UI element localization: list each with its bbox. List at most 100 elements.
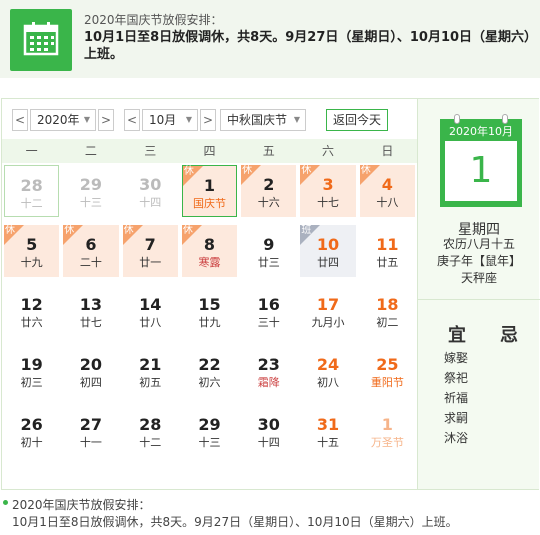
lunar-date: 初四 [79, 376, 102, 389]
next-year-button[interactable]: > [98, 109, 114, 131]
next-month-button[interactable]: > [200, 109, 216, 131]
lunar-date: 十二 [20, 197, 43, 210]
yi-item: 沐浴 [444, 431, 469, 445]
day-cell[interactable]: 休 6 二十 [61, 223, 120, 283]
lunar-date: 十五 [317, 436, 340, 449]
day-detail-panel: 2020年10月 1 星期四 农历八月十五 庚子年【鼠年】 天秤座 宜 忌 嫁娶… [417, 99, 540, 489]
day-number: 25 [376, 355, 399, 374]
day-cell[interactable]: 29 十三 [61, 163, 120, 223]
day-cell[interactable]: 17 九月小 [298, 283, 357, 343]
day-cell-body: 30 十四 [123, 165, 178, 217]
day-cell-body: 休 8 寒露 [181, 225, 238, 277]
divider [418, 299, 540, 300]
day-cell[interactable]: 18 初二 [358, 283, 417, 343]
day-cell-body: 29 十三 [63, 165, 118, 217]
day-cell[interactable]: 15 廿九 [180, 283, 239, 343]
day-number: 12 [20, 295, 43, 314]
day-cell-body: 22 初六 [182, 345, 237, 397]
day-cell[interactable]: 29 十三 [180, 403, 239, 463]
lunar-date: 三十 [257, 316, 280, 329]
day-cell[interactable]: 14 廿八 [121, 283, 180, 343]
day-cell[interactable]: 22 初六 [180, 343, 239, 403]
day-cell[interactable]: 24 初八 [298, 343, 357, 403]
day-number: 17 [316, 295, 340, 314]
day-cell[interactable]: 16 三十 [239, 283, 298, 343]
lunar-date: 初六 [198, 376, 221, 389]
day-number: 21 [139, 355, 162, 374]
day-cell-body: 20 初四 [63, 345, 118, 397]
day-cell-body: 休 5 十九 [4, 225, 60, 277]
day-cell-body: 26 初十 [4, 405, 59, 457]
day-cell[interactable]: 19 初三 [2, 343, 61, 403]
prev-year-button[interactable]: < [12, 109, 28, 131]
day-cell[interactable]: 28 十二 [2, 163, 61, 223]
day-cell[interactable]: 休 1 国庆节 [180, 163, 239, 223]
day-cell[interactable]: 26 初十 [2, 403, 61, 463]
day-cell[interactable]: 班 10 廿四 [298, 223, 357, 283]
day-cell[interactable]: 30 十四 [239, 403, 298, 463]
day-cell-body: 休 1 国庆节 [181, 165, 238, 217]
day-status-tag: 休 [301, 165, 312, 176]
day-cell[interactable]: 休 2 十六 [239, 163, 298, 223]
day-status-tag: 休 [123, 225, 134, 236]
day-cell[interactable]: 31 十五 [298, 403, 357, 463]
day-cell-body: 班 10 廿四 [300, 225, 356, 277]
lunar-date: 廿五 [376, 256, 399, 269]
footer-notice: 2020年国庆节放假安排： 10月1日至8日放假调休，共8天。9月27日（星期日… [0, 490, 540, 535]
lunar-date: 十二 [139, 436, 162, 449]
day-number: 31 [316, 415, 340, 434]
day-cell-body: 17 九月小 [300, 285, 355, 337]
day-number: 13 [79, 295, 103, 314]
day-cell[interactable]: 休 7 廿一 [121, 223, 180, 283]
day-number: 14 [139, 295, 162, 314]
footer-title: 2020年国庆节放假安排： [12, 498, 151, 512]
day-number: 30 [257, 415, 280, 434]
lunar-date: 廿九 [198, 316, 221, 329]
weekday-header: 一 二 三 四 五 六 日 [2, 139, 417, 163]
day-number: 29 [198, 415, 221, 434]
weekday-label: 日 [381, 144, 394, 158]
day-cell[interactable]: 休 8 寒露 [180, 223, 239, 283]
year-select[interactable]: 2020年 ▼ [30, 109, 96, 131]
chevron-down-icon: ▼ [185, 115, 192, 124]
day-number: 29 [79, 175, 103, 194]
lunar-date: 廿七 [79, 316, 102, 329]
day-cell-body: 21 初五 [123, 345, 178, 397]
day-cell[interactable]: 休 3 十七 [298, 163, 357, 223]
day-cell-body: 休 3 十七 [300, 165, 356, 217]
day-cell[interactable]: 20 初四 [61, 343, 120, 403]
year-select-value: 2020年 [37, 113, 80, 127]
day-cell[interactable]: 25 重阳节 [358, 343, 417, 403]
day-cell[interactable]: 1 万圣节 [358, 403, 417, 463]
day-cell-body: 休 4 十八 [359, 165, 415, 217]
day-cell[interactable]: 27 十一 [61, 403, 120, 463]
day-cell[interactable]: 23 霜降 [239, 343, 298, 403]
day-cell-body: 休 7 廿一 [122, 225, 178, 277]
day-cell[interactable]: 13 廿七 [61, 283, 120, 343]
prev-month-button[interactable]: < [124, 109, 140, 131]
weekday-label: 三 [144, 144, 157, 158]
day-status-tag: 休 [5, 225, 15, 236]
lunar-date: 十四 [257, 436, 280, 449]
holiday-select[interactable]: 中秋国庆节 ▼ [220, 109, 306, 131]
day-cell[interactable]: 休 5 十九 [2, 223, 61, 283]
back-to-today-button[interactable]: 返回今天 [326, 109, 388, 131]
yi-item: 祭祀 [444, 371, 469, 385]
day-number: 20 [79, 355, 103, 374]
day-cell[interactable]: 30 十四 [121, 163, 180, 223]
day-cell[interactable]: 12 廿六 [2, 283, 61, 343]
day-cell[interactable]: 28 十二 [121, 403, 180, 463]
day-number: 19 [20, 355, 43, 374]
day-number: 22 [198, 355, 221, 374]
day-cell-body: 18 初二 [360, 285, 415, 337]
lunar-date: 十八 [376, 196, 399, 209]
day-cell[interactable]: 9 廿三 [239, 223, 298, 283]
day-cell[interactable]: 休 4 十八 [358, 163, 417, 223]
month-select[interactable]: 10月 ▼ [142, 109, 198, 131]
day-cell[interactable]: 11 廿五 [358, 223, 417, 283]
lunar-date: 初二 [376, 316, 399, 329]
weekday-label: 四 [203, 144, 216, 158]
detail-day-number: 1 [445, 141, 517, 201]
day-cell[interactable]: 21 初五 [121, 343, 180, 403]
weekday-label: 五 [262, 144, 275, 158]
